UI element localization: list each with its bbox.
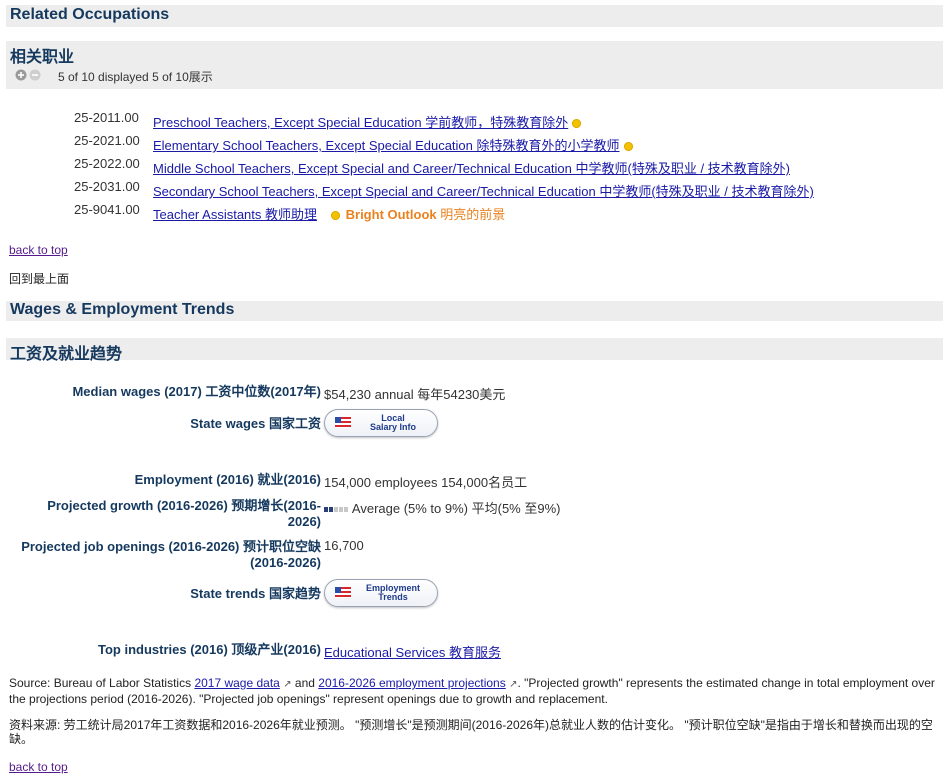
sun-icon (330, 211, 340, 220)
display-count: 5 of 10 displayed 5 of 10展示 (58, 70, 213, 84)
related-occupations-panel: 相关职业 5 of 10 displayed 5 of 10展示 (6, 41, 943, 89)
list-item: Elementary School Teachers, Except Speci… (153, 135, 633, 154)
label-line: 2026) (287, 514, 321, 529)
bright-outlook-label: Bright Outlook (345, 207, 437, 222)
back-to-top-link[interactable]: back to top (9, 760, 68, 774)
state-wages-label: State wages 国家工资 (190, 416, 321, 431)
occupation-link[interactable]: Elementary School Teachers, Except Speci… (153, 138, 620, 153)
section-title-zh: 工资及就业趋势 (10, 346, 123, 363)
section-title-zh: 相关职业 (10, 49, 75, 66)
occupation-link[interactable]: Preschool Teachers, Except Special Educa… (153, 115, 568, 130)
occupation-code: 25-2031.00 (74, 179, 140, 194)
growth-indicator-segment (334, 507, 338, 512)
button-line-2: Trends (378, 592, 408, 602)
list-item: Middle School Teachers, Except Special a… (153, 158, 790, 177)
top-industries-label: Top industries (2016) 顶级产业(2016) (98, 642, 321, 657)
occupation-code: 25-9041.00 (74, 202, 140, 217)
source-prefix: Source: Bureau of Labor Statistics (9, 676, 195, 690)
employment-label: Employment (2016) 就业(2016) (134, 472, 321, 487)
list-item: Secondary School Teachers, Except Specia… (153, 181, 814, 200)
back-to-top-link[interactable]: back to top (9, 243, 68, 257)
local-salary-info-button[interactable]: Local Salary Info (324, 409, 438, 437)
occupation-link[interactable]: Middle School Teachers, Except Special a… (153, 161, 790, 176)
growth-indicator-segment (329, 507, 333, 512)
label-line: (2016-2026) (250, 555, 321, 570)
source-and: and (291, 676, 319, 690)
list-item: Preschool Teachers, Except Special Educa… (153, 112, 582, 131)
job-openings-label: Projected job openings (2016-2026) 预计职位空… (21, 539, 321, 571)
source-note: Source: Bureau of Labor Statistics 2017 … (9, 676, 943, 706)
section-title: Wages & Employment Trends (10, 301, 235, 318)
employment-trends-button[interactable]: Employment Trends (324, 579, 438, 607)
occupation-link[interactable]: Teacher Assistants 教师助理 (153, 207, 317, 222)
back-to-top-zh: 回到最上面 (9, 272, 70, 286)
flag-icon (335, 587, 351, 598)
occupation-link[interactable]: Secondary School Teachers, Except Specia… (153, 184, 814, 199)
state-trends-label: State trends 国家趋势 (190, 586, 321, 601)
median-wages-label: Median wages (2017) 工资中位数(2017年) (72, 384, 321, 399)
employment-value: 154,000 employees 154,000名员工 (324, 475, 528, 490)
related-occupations-header: Related Occupations (6, 5, 943, 27)
section-title: Related Occupations (10, 6, 170, 23)
source-note-zh: 资料来源: 劳工统计局2017年工资数据和2016-2026年就业预测。 "预测… (9, 718, 933, 746)
bright-outlook-label-zh: 明亮的前景 (440, 207, 506, 222)
button-line-2: Salary Info (369, 422, 416, 432)
plus-minus-icon (15, 69, 41, 81)
sun-icon (572, 119, 582, 128)
job-openings-value: 16,700 (324, 538, 364, 553)
label-line: Projected growth (2016-2026) 预期增长(2016- (47, 498, 321, 513)
flag-icon (335, 417, 351, 428)
occupation-code: 25-2011.00 (74, 110, 139, 125)
occupation-code: 25-2021.00 (74, 133, 140, 148)
employment-projections-link[interactable]: 2016-2026 employment projections (318, 676, 505, 690)
wage-data-link[interactable]: 2017 wage data (194, 676, 279, 690)
growth-text: Average (5% to 9%) 平均(5% 至9%) (351, 501, 561, 516)
growth-indicator-segment (339, 507, 343, 512)
label-line: Projected job openings (2016-2026) 预计职位空… (21, 539, 321, 554)
median-wages-value: $54,230 annual 每年54230美元 (324, 387, 506, 402)
growth-indicator (324, 501, 349, 516)
wages-header: Wages & Employment Trends (6, 301, 943, 321)
sun-icon (623, 142, 633, 151)
projected-growth-label: Projected growth (2016-2026) 预期增长(2016- … (47, 498, 321, 530)
projected-growth-value: Average (5% to 9%) 平均(5% 至9%) (324, 498, 560, 517)
growth-indicator-segment (344, 507, 348, 512)
expand-collapse-toggle[interactable] (15, 69, 41, 81)
growth-indicator-segment (324, 507, 328, 512)
top-industries-link[interactable]: Educational Services 教育服务 (324, 642, 501, 661)
occupation-code: 25-2022.00 (74, 156, 140, 171)
list-item: Teacher Assistants 教师助理 Bright Outlook 明… (153, 204, 505, 223)
external-link-icon: ↗ (283, 679, 292, 690)
wages-header-zh: 工资及就业趋势 (6, 338, 943, 363)
